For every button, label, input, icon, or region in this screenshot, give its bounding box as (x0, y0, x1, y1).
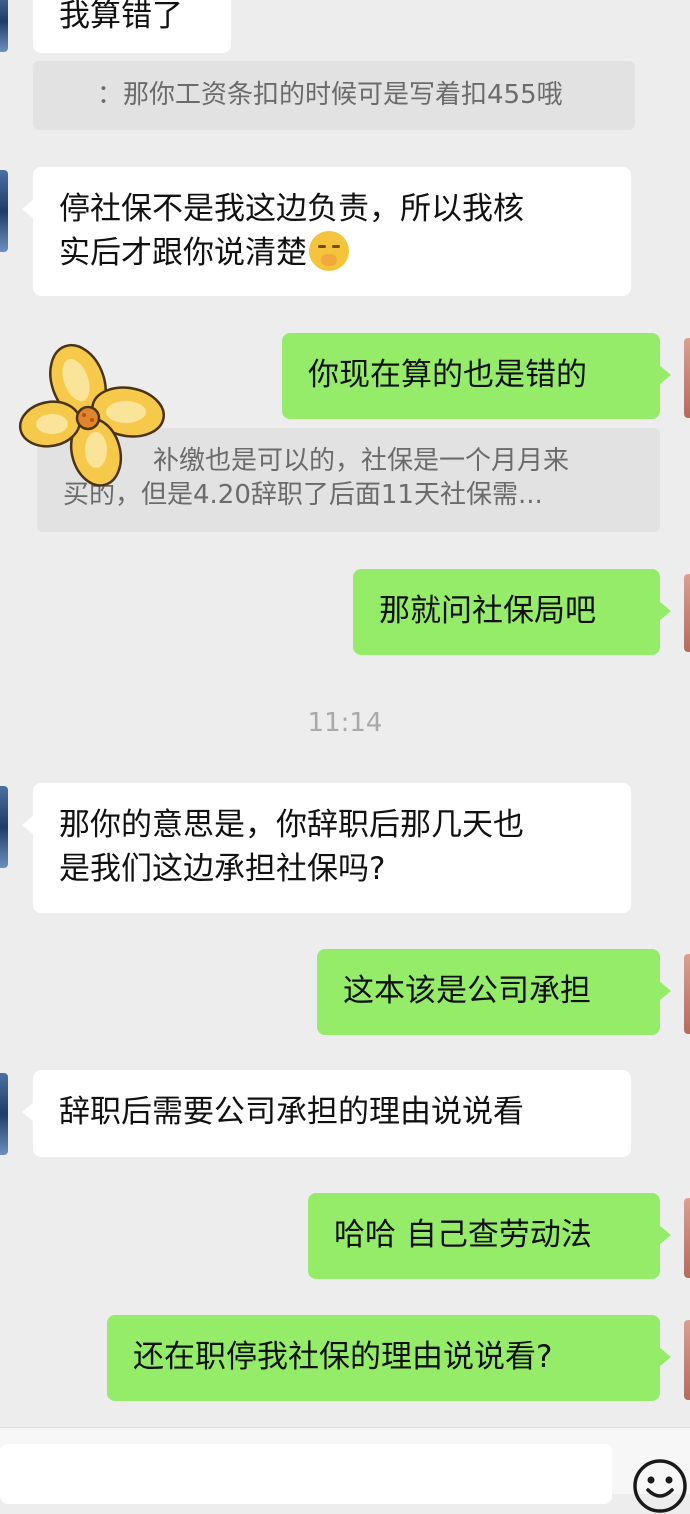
contact-avatar[interactable] (0, 170, 8, 252)
my-avatar[interactable] (684, 574, 690, 652)
contact-avatar[interactable] (0, 786, 8, 868)
my-avatar[interactable] (684, 338, 690, 418)
yellow-flower-sticker[interactable] (18, 340, 168, 490)
message-text: 那就问社保局吧 (379, 593, 596, 629)
message-text-line: 那你的意思是，你辞职后那几天也 (59, 807, 524, 843)
incoming-message[interactable]: 我算错了 (33, 0, 231, 53)
outgoing-message[interactable]: 这本该是公司承担 (317, 949, 671, 1035)
outgoing-message[interactable]: 你现在算的也是错的 (282, 333, 671, 419)
incoming-message[interactable]: 辞职后需要公司承担的理由说说看 (22, 1070, 631, 1157)
my-avatar[interactable] (684, 1320, 690, 1400)
message-text-line-2: 是我们这边承担社保吗? (59, 851, 386, 887)
outgoing-message[interactable]: 那就问社保局吧 (353, 569, 671, 655)
message-input[interactable] (0, 1444, 612, 1504)
quoted-text: ：那你工资条扣的时候可是写着扣455哦 (97, 80, 563, 110)
message-text-line-2: 实后才跟你说清楚 (59, 231, 605, 275)
face-with-hand-over-mouth-emoji (309, 231, 349, 271)
outgoing-message[interactable]: 哈哈 自己查劳动法 (308, 1193, 671, 1279)
contact-avatar[interactable] (0, 1073, 8, 1155)
quoted-message[interactable]: ：那你工资条扣的时候可是写着扣455哦 (33, 61, 635, 130)
input-bar (0, 1427, 690, 1513)
message-text: 辞职后需要公司承担的理由说说看 (59, 1094, 524, 1130)
message-text: 我算错了 (59, 0, 183, 34)
timestamp: 11:14 (307, 708, 383, 738)
message-text: 还在职停我社保的理由说说看? (133, 1339, 553, 1375)
message-text: 这本该是公司承担 (343, 973, 591, 1009)
contact-avatar[interactable] (0, 0, 8, 52)
incoming-message[interactable]: 停社保不是我这边负责，所以我核 实后才跟你说清楚 (22, 167, 631, 296)
my-avatar[interactable] (684, 954, 690, 1034)
message-text: 你现在算的也是错的 (308, 357, 587, 393)
message-text: 哈哈 自己查劳动法 (334, 1217, 592, 1253)
outgoing-message[interactable]: 还在职停我社保的理由说说看? (107, 1315, 671, 1401)
message-text: 实后才跟你说清楚 (59, 235, 307, 271)
my-avatar[interactable] (684, 1198, 690, 1278)
chat-message-list[interactable]: 我算错了 ：那你工资条扣的时候可是写着扣455哦 停社保不是我这边负责，所以我核… (0, 0, 690, 1427)
smiley-face-icon[interactable] (632, 1458, 688, 1514)
message-text-line: 停社保不是我这边负责，所以我核 (59, 191, 524, 227)
incoming-message[interactable]: 那你的意思是，你辞职后那几天也 是我们这边承担社保吗? (22, 783, 631, 913)
